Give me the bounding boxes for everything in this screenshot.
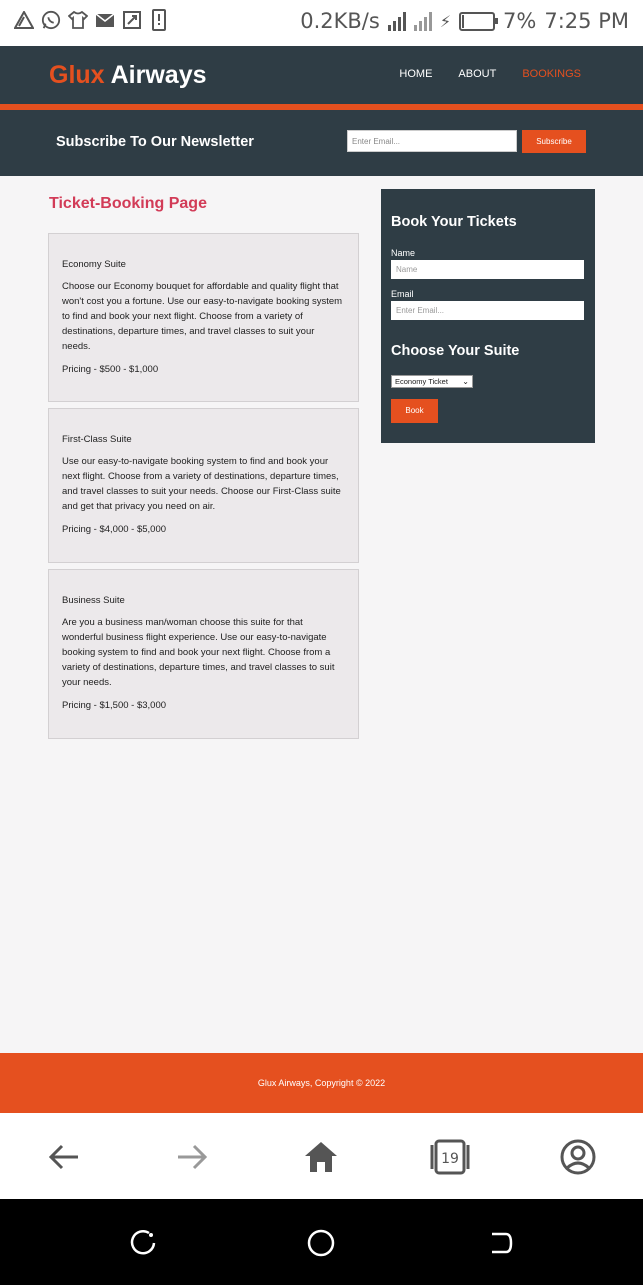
site-footer: Glux Airways, Copyright © 2022 bbox=[0, 1053, 643, 1113]
site-logo[interactable]: Glux Airways bbox=[49, 61, 207, 90]
suite-pricing: Pricing - $500 - $1,000 bbox=[62, 364, 159, 375]
message-icon bbox=[95, 9, 115, 31]
suite-description: Choose our Economy bouquet for affordabl… bbox=[62, 281, 343, 352]
booking-form: Book Your Tickets Name Name Email Enter … bbox=[381, 189, 595, 443]
status-bar: 0.2KB/s ⚡ 7% 7:25 PM bbox=[0, 0, 643, 46]
charging-icon: ⚡ bbox=[439, 11, 452, 31]
copyright-text: Glux Airways, Copyright © 2022 bbox=[257, 1078, 386, 1088]
newsletter-title: Subscribe To Our Newsletter bbox=[56, 134, 254, 150]
browser-toolbar: 19 bbox=[0, 1113, 643, 1199]
page-title: Ticket-Booking Page bbox=[49, 195, 207, 212]
sim-icon bbox=[149, 9, 169, 31]
suite-select-value: Economy Ticket bbox=[395, 377, 448, 386]
nav-home[interactable]: HOME bbox=[399, 68, 432, 80]
home-icon[interactable] bbox=[299, 1135, 343, 1179]
suite-card-first-class: First-Class Suite Use our easy-to-naviga… bbox=[48, 408, 359, 563]
back-arrow-icon[interactable] bbox=[42, 1135, 86, 1179]
name-field[interactable]: Name bbox=[391, 260, 584, 279]
chevron-down-icon: ⌄ bbox=[462, 377, 469, 386]
email-label: Email bbox=[391, 289, 414, 299]
signal-icon bbox=[387, 11, 406, 31]
screenshot-icon bbox=[122, 9, 142, 31]
suite-card-economy: Economy Suite Choose our Economy bouquet… bbox=[48, 233, 359, 402]
account-icon[interactable] bbox=[556, 1135, 600, 1179]
suite-description: Use our easy-to-navigate booking system … bbox=[62, 456, 341, 512]
forward-arrow-icon[interactable] bbox=[170, 1135, 214, 1179]
home-circle-icon[interactable] bbox=[305, 1227, 337, 1259]
tabs-icon[interactable]: 19 bbox=[428, 1135, 472, 1179]
notification-icons bbox=[14, 9, 169, 31]
recents-icon[interactable] bbox=[127, 1227, 159, 1259]
book-button[interactable]: Book bbox=[391, 399, 438, 423]
triangle-icon bbox=[14, 9, 34, 31]
newsletter-bar: Subscribe To Our Newsletter Enter Email.… bbox=[0, 110, 643, 176]
suite-name: Business Suite bbox=[62, 595, 125, 606]
battery-percent: 7% bbox=[503, 9, 537, 33]
suite-name: First-Class Suite bbox=[62, 434, 132, 445]
suite-name: Economy Suite bbox=[62, 259, 126, 270]
subscribe-button[interactable]: Subscribe bbox=[522, 130, 586, 153]
nav-about[interactable]: ABOUT bbox=[458, 68, 496, 80]
newsletter-email-input[interactable]: Enter Email... bbox=[347, 130, 517, 152]
booking-title: Book Your Tickets bbox=[391, 214, 517, 230]
shirt-icon bbox=[68, 9, 88, 31]
main-nav: HOME ABOUT BOOKINGS bbox=[399, 68, 581, 80]
suite-select[interactable]: Economy Ticket ⌄ bbox=[391, 375, 473, 388]
system-navigation-bar bbox=[0, 1199, 643, 1285]
suite-select-title: Choose Your Suite bbox=[391, 343, 520, 359]
battery-icon bbox=[459, 11, 499, 31]
suite-description: Are you a business man/woman choose this… bbox=[62, 617, 335, 688]
name-label: Name bbox=[391, 248, 416, 258]
tab-count: 19 bbox=[441, 1151, 459, 1167]
logo-part1: Glux bbox=[49, 61, 105, 89]
nav-bookings[interactable]: BOOKINGS bbox=[522, 68, 581, 80]
whatsapp-icon bbox=[41, 9, 61, 31]
status-right: 0.2KB/s ⚡ 7% 7:25 PM bbox=[300, 9, 629, 33]
signal-secondary-icon bbox=[413, 11, 432, 31]
suite-pricing: Pricing - $4,000 - $5,000 bbox=[62, 524, 167, 535]
net-speed: 0.2KB/s bbox=[300, 9, 380, 33]
clock: 7:25 PM bbox=[544, 9, 629, 33]
back-icon[interactable] bbox=[484, 1227, 516, 1259]
site-header: Glux Airways HOME ABOUT BOOKINGS bbox=[0, 46, 643, 104]
suite-pricing: Pricing - $1,500 - $3,000 bbox=[62, 700, 167, 711]
logo-part2: Airways bbox=[110, 61, 207, 89]
email-field[interactable]: Enter Email... bbox=[391, 301, 584, 320]
suite-card-business: Business Suite Are you a business man/wo… bbox=[48, 569, 359, 739]
